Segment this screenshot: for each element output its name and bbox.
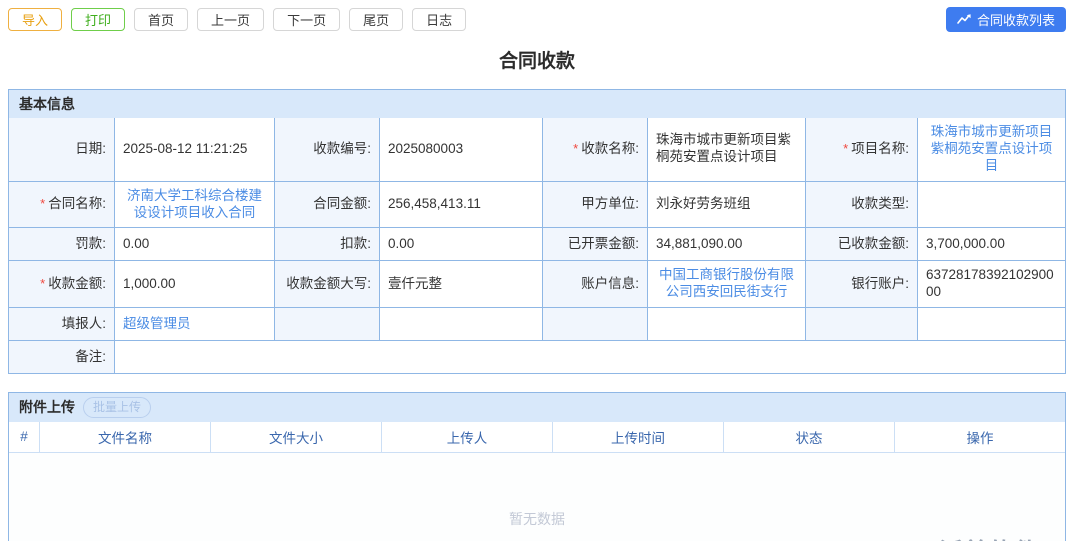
field-label: 已开票金额: [542,227,647,261]
field-value-link[interactable]: 珠海市城市更新项目紫桐苑安置点设计项目 [926,124,1057,175]
attachments-table-body: 暂无数据 泛普软件 www.fanpusoft.com [9,451,1065,541]
field-label: 银行账户: [805,260,917,308]
receipt-list-button[interactable]: 合同收款列表 [945,7,1066,32]
attachments-column-header: 状态 [723,421,894,452]
field-label: 备注: [9,340,114,374]
field-value [917,307,1065,341]
basic-info-title: 基本信息 [19,96,75,112]
required-asterisk: * [40,276,46,292]
field-label: * 合同名称: [9,180,114,228]
field-label: 已收款金额: [805,227,917,261]
field-value[interactable]: 珠海市城市更新项目紫桐苑安置点设计项目 [917,118,1065,181]
field-label: * 收款名称: [542,118,647,181]
first-page-button[interactable]: 首页 [134,8,189,31]
field-value[interactable]: 超级管理员 [114,307,274,341]
basic-info-section: 基本信息 日期: 2025-08-12 11:21:25 收款编号: 20250800… [8,89,1066,375]
trend-arrow-icon [957,13,972,26]
field-label: 日期: [9,118,114,181]
field-value: 0.00 [379,227,542,261]
field-value [917,180,1065,228]
field-value: 2025080003 [379,118,542,181]
empty-data-text: 暂无数据 [509,510,565,527]
field-value: 0.00 [114,227,274,261]
receipt-list-button-label: 合同收款列表 [976,13,1055,28]
field-label: 甲方单位: [542,180,647,228]
required-asterisk: * [573,141,579,157]
batch-upload-button[interactable]: 批量上传 [83,397,152,418]
attachments-title: 附件上传 [19,399,75,416]
print-button[interactable]: 打印 [71,8,126,31]
field-value [114,340,1065,374]
field-value-link[interactable]: 超级管理员 [123,316,191,333]
last-page-button[interactable]: 尾页 [349,8,404,31]
field-value-link[interactable]: 中国工商银行股份有限公司西安回民街支行 [656,267,797,301]
field-value: 256,458,413.11 [379,180,542,228]
attachments-table-header: # 文件名称 文件大小 上传人 上传时间 状态 操作 [9,421,1065,452]
field-label [274,307,379,341]
basic-info-section-header: 基本信息 [9,90,1065,118]
field-label: 填报人: [9,307,114,341]
field-label: 账户信息: [542,260,647,308]
next-page-button[interactable]: 下一页 [273,8,341,31]
prev-page-button[interactable]: 上一页 [197,8,265,31]
field-label: 扣款: [274,227,379,261]
required-asterisk: * [40,196,46,212]
field-value[interactable]: 济南大学工科综合楼建设设计项目收入合同 [114,180,274,228]
field-label: * 收款金额: [9,260,114,308]
log-button[interactable]: 日志 [412,8,467,31]
import-button[interactable]: 导入 [8,8,63,31]
field-value: 珠海市城市更新项目紫桐苑安置点设计项目 [647,118,805,181]
field-label: 收款类型: [805,180,917,228]
field-label: 收款金额大写: [274,260,379,308]
field-value [647,307,805,341]
field-value: 2025-08-12 11:21:25 [114,118,274,181]
attachments-column-header: 文件名称 [39,421,210,452]
field-label: 收款编号: [274,118,379,181]
field-value: 1,000.00 [114,260,274,308]
toolbar: 导入 打印 首页 上一页 下一页 尾页 日志 合同收款列表 [0,0,1074,32]
field-label: 罚款: [9,227,114,261]
attachments-column-header: 上传时间 [552,421,723,452]
field-value[interactable]: 中国工商银行股份有限公司西安回民街支行 [647,260,805,308]
field-value: 3,700,000.00 [917,227,1065,261]
attachments-column-header: 操作 [894,421,1065,452]
field-label: 合同金额: [274,180,379,228]
field-value [379,307,542,341]
field-value: 6372817839210290000 [917,260,1065,308]
field-value: 刘永好劳务班组 [647,180,805,228]
attachments-column-header: 文件大小 [210,421,381,452]
field-value: 壹仟元整 [379,260,542,308]
field-value-link[interactable]: 济南大学工科综合楼建设设计项目收入合同 [123,188,266,222]
basic-info-grid: 日期: 2025-08-12 11:21:25 收款编号: 2025080003 * 收款… [9,118,1065,374]
attachments-section: 附件上传 批量上传 # 文件名称文件大小上传人上传时间状态操作 暂无数据 泛普软件… [8,392,1066,541]
field-label [542,307,647,341]
attachments-column-header: 上传人 [381,421,552,452]
field-label [805,307,917,341]
field-label: * 项目名称: [805,118,917,181]
required-asterisk: * [843,141,849,157]
page-title: 合同收款 [498,51,575,72]
attachments-column-header: # [20,429,28,445]
attachments-section-header: 附件上传 批量上传 [9,393,1065,422]
field-value: 34,881,090.00 [647,227,805,261]
